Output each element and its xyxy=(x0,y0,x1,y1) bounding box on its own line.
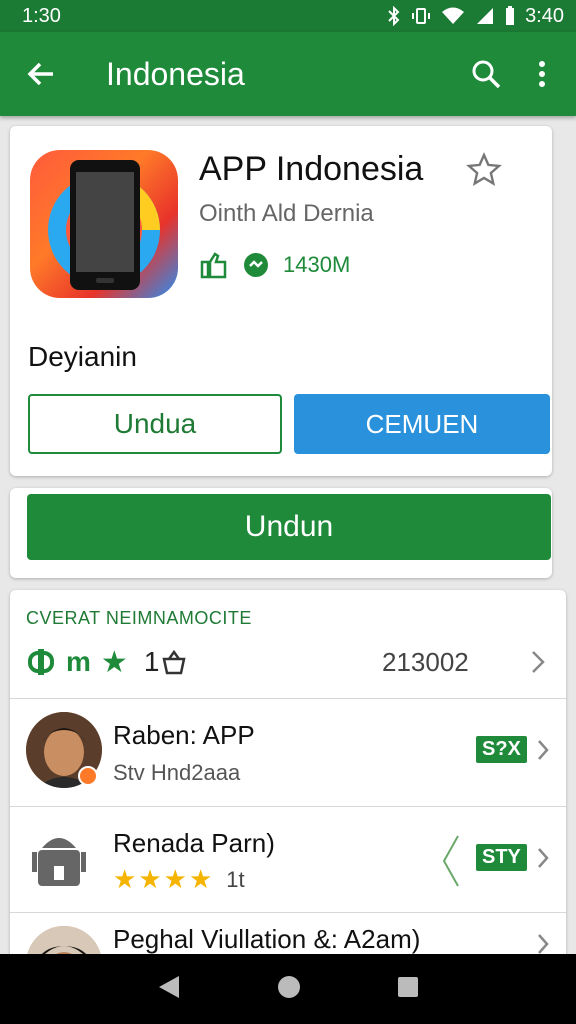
summary-number: 213002 xyxy=(382,646,469,677)
avatar-badge-icon xyxy=(78,766,98,786)
nav-home-button[interactable] xyxy=(276,974,302,1005)
install-button[interactable]: Undun xyxy=(27,494,551,560)
more-vert-icon xyxy=(539,61,545,87)
summary-count: 1 xyxy=(144,646,188,678)
summary-count-value: 1 xyxy=(143,646,160,677)
summary-row[interactable]: m ★ 1 213002 xyxy=(26,642,550,682)
summary-icon-text: m xyxy=(66,646,91,677)
chevron-right-icon xyxy=(538,934,549,954)
app-meta-row: 1430M xyxy=(199,250,350,280)
star-rating: ★ ★ ★ ★ 1t xyxy=(113,864,245,895)
square-recents-icon xyxy=(397,976,418,997)
status-badge: S?X xyxy=(476,736,527,763)
nav-recents-button[interactable] xyxy=(397,976,419,1003)
app-title: APP Indonesia xyxy=(199,150,424,188)
chevron-right-icon xyxy=(538,848,549,868)
vibrate-icon xyxy=(411,6,431,26)
divider xyxy=(10,698,566,699)
bluetooth-icon xyxy=(387,6,401,26)
basket-icon xyxy=(162,649,186,675)
chevron-right-icon xyxy=(538,740,549,760)
status-time: 1:30 xyxy=(22,4,61,27)
download-count: 1430M xyxy=(283,252,351,277)
summary-icons: m ★ xyxy=(26,645,128,680)
list-item-subtitle: Stv Hnd2aaa xyxy=(113,760,241,785)
status-icons: 3:40 xyxy=(387,5,564,28)
star-icon: ★ xyxy=(163,864,187,894)
rating-value: 1t xyxy=(226,866,245,892)
app-icon xyxy=(30,150,178,298)
chevron-right-icon xyxy=(532,651,545,673)
list-item-title: Peghal Viullation &: A2am) xyxy=(113,924,421,954)
divider xyxy=(10,806,566,807)
wishlist-star-icon[interactable] xyxy=(466,152,502,193)
list-item[interactable]: Renada Parn) ★ ★ ★ ★ 1t STY xyxy=(10,808,566,914)
reviews-card: CVERAT NEIMNAMOCITE m ★ 1 213002 Raben: … xyxy=(10,590,566,970)
circle-home-icon xyxy=(277,975,300,998)
list-item[interactable]: Raben: APP Stv Hnd2aaa S?X xyxy=(10,700,566,806)
nav-back-button[interactable] xyxy=(157,974,181,1005)
bracket-left-icon xyxy=(442,835,459,887)
star-icon: ★ xyxy=(113,864,137,894)
star-icon: ★ xyxy=(138,864,162,894)
app-bar-title: Indonesia xyxy=(106,55,245,92)
install-card: Undun xyxy=(10,488,552,578)
download-count-icon xyxy=(244,253,268,277)
app-developer[interactable]: Ointh Ald Dernia xyxy=(199,200,374,228)
status-badge: STY xyxy=(476,844,527,871)
search-icon xyxy=(472,60,501,89)
signal-icon xyxy=(475,6,495,26)
search-button[interactable] xyxy=(458,59,514,89)
loop-icon xyxy=(28,649,54,675)
arrow-left-icon xyxy=(27,62,53,86)
app-bar: Indonesia xyxy=(0,32,576,116)
section-label: Deyianin xyxy=(28,341,137,372)
list-item-title: Raben: APP xyxy=(113,720,255,750)
battery-icon xyxy=(505,6,515,26)
blue-action-button[interactable]: CEMUEN xyxy=(294,394,550,454)
list-header: CVERAT NEIMNAMOCITE xyxy=(26,608,252,628)
status-bar: 1:30 3:40 xyxy=(0,0,576,32)
app-info-card: APP Indonesia Ointh Ald Dernia 1430M Dey… xyxy=(10,126,552,476)
back-button[interactable] xyxy=(0,59,82,89)
wifi-icon xyxy=(441,6,465,26)
green-star-icon: ★ xyxy=(100,645,128,679)
thumbs-up-icon xyxy=(200,252,227,279)
triangle-back-icon xyxy=(159,975,180,998)
system-nav-bar xyxy=(0,954,576,1024)
secondary-download-button[interactable]: Undua xyxy=(28,394,282,454)
android-icon xyxy=(32,826,86,897)
more-options-button[interactable] xyxy=(514,59,570,89)
star-icon: ★ xyxy=(188,864,213,894)
list-item-title: Renada Parn) xyxy=(113,828,275,858)
divider xyxy=(10,912,566,913)
status-clock: 3:40 xyxy=(525,4,564,27)
